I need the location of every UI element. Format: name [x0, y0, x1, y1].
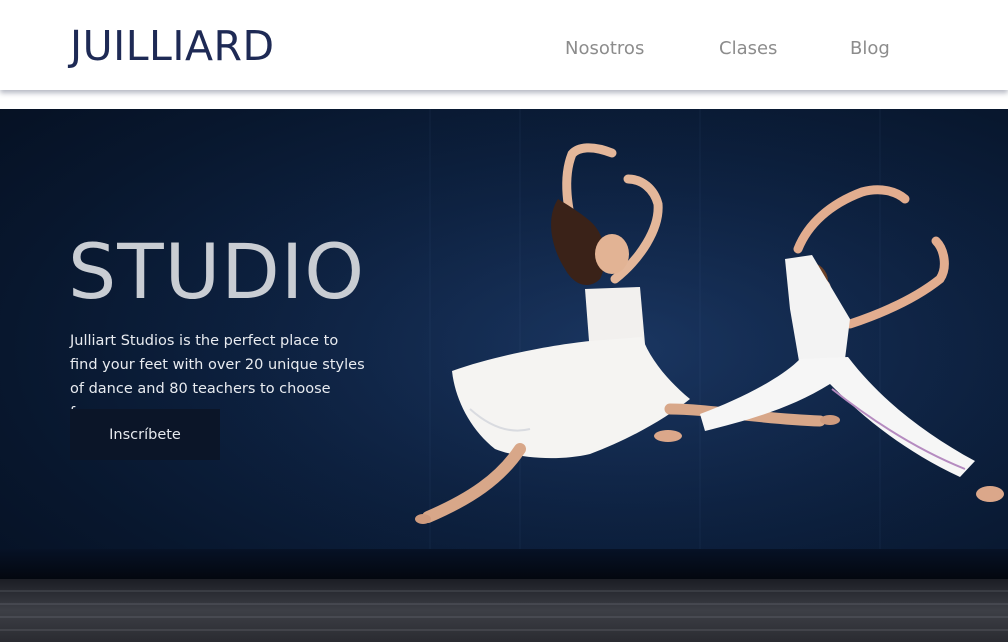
nav-item-nosotros[interactable]: Nosotros [565, 36, 644, 62]
inscribete-button[interactable]: Inscríbete [70, 409, 220, 460]
site-header: JUILLIARD Nosotros Clases Blog [0, 0, 1008, 90]
page: JUILLIARD Nosotros Clases Blog STUDIO Ju… [0, 0, 1008, 642]
hero-section: STUDIO Julliart Studios is the perfect p… [0, 109, 1008, 642]
hero-title: STUDIO [68, 227, 366, 316]
main-nav: Nosotros Clases Blog [0, 36, 1008, 66]
nav-item-blog[interactable]: Blog [850, 36, 890, 62]
nav-item-clases[interactable]: Clases [719, 36, 777, 62]
